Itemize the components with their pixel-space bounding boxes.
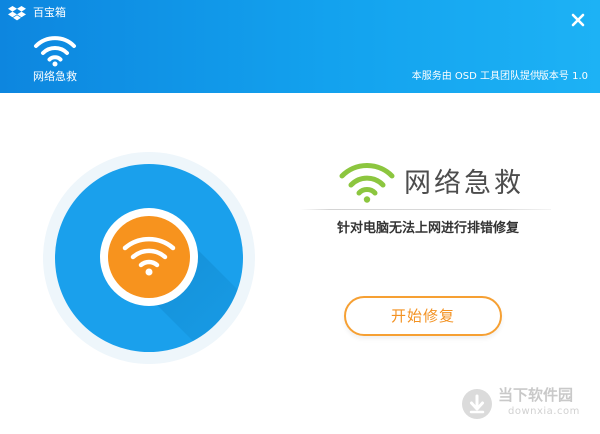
- watermark-name: 当下软件园: [498, 386, 574, 404]
- dropbox-box-icon: [8, 6, 26, 21]
- wifi-icon[interactable]: [33, 33, 77, 67]
- orange-circle: [108, 216, 190, 298]
- start-repair-button[interactable]: 开始修复: [344, 296, 502, 336]
- feature-title: 网络急救: [404, 168, 524, 199]
- wifi-green-icon: [339, 163, 395, 203]
- close-icon[interactable]: [570, 12, 586, 28]
- version-text: 版本号 1.0: [538, 71, 588, 82]
- provider-text: 本服务由 OSD 工具团队提供: [411, 71, 540, 82]
- watermark: 当下软件园 downxia.com: [462, 384, 592, 424]
- title-bar: 百宝箱 网络急救 本服务由 OSD 工具团队提供 版本号 1.0: [0, 0, 600, 93]
- divider: [300, 209, 551, 210]
- feature-description: 针对电脑无法上网进行排错修复: [337, 221, 520, 236]
- watermark-domain: downxia.com: [508, 406, 580, 417]
- tool-label[interactable]: 网络急救: [33, 70, 77, 84]
- network-illustration: [43, 152, 255, 364]
- download-arrow-icon: [469, 394, 485, 414]
- app-title: 百宝箱: [33, 6, 66, 19]
